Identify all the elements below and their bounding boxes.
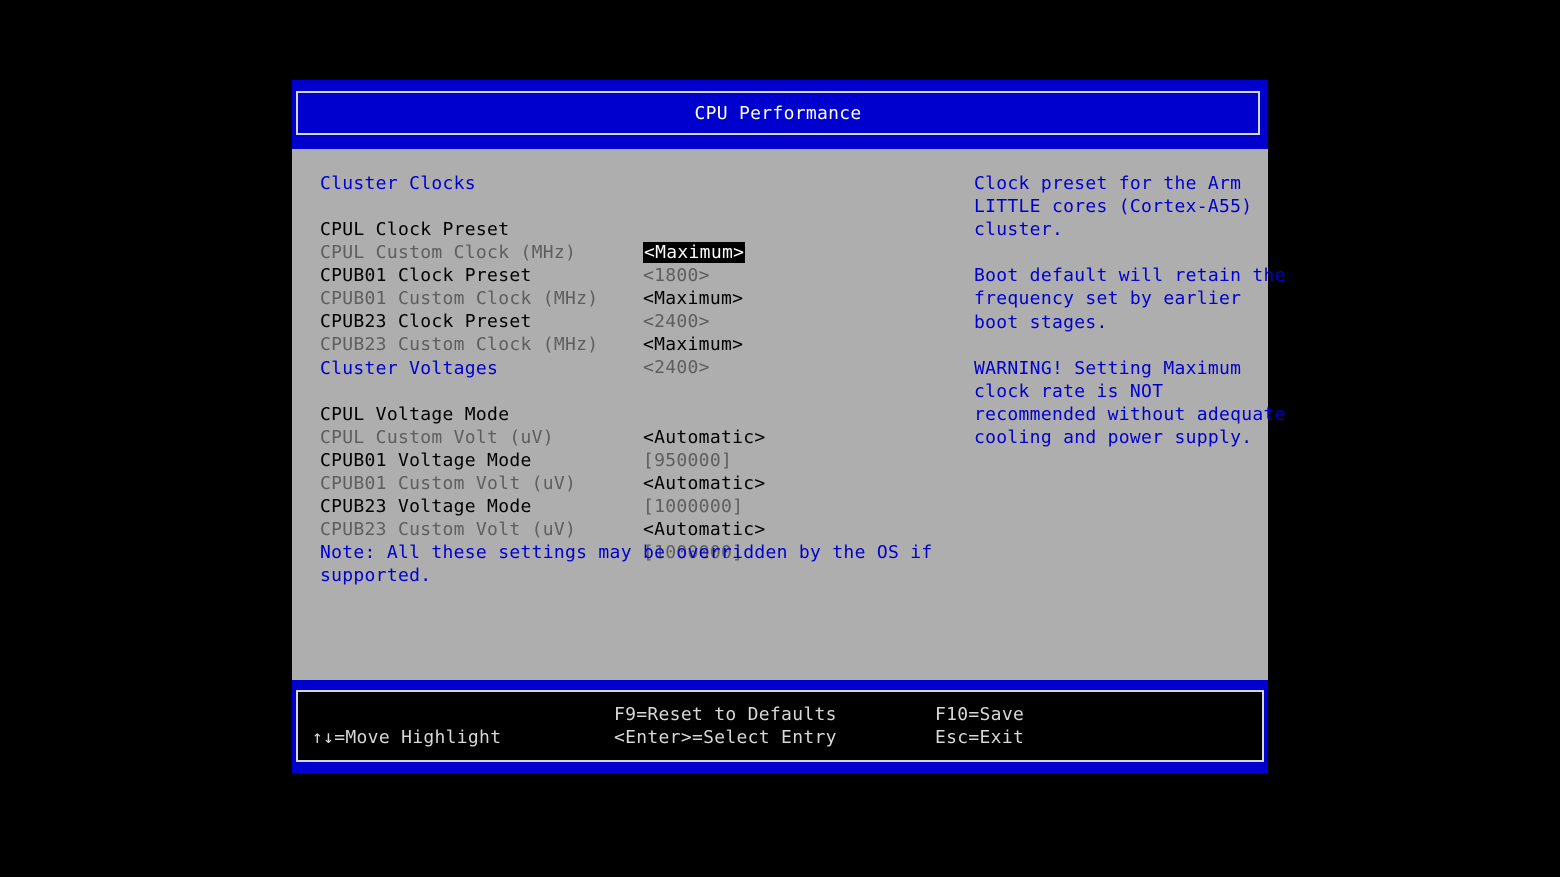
setting-row-cpub01-custom-volt[interactable]: CPUB01 Custom Volt (uV) [1000000] bbox=[320, 449, 743, 517]
footer-reset-defaults: F9=Reset to Defaults bbox=[614, 704, 837, 725]
override-note: Note: All these settings may be overridd… bbox=[320, 542, 933, 587]
bios-setup-window: CPU Performance Cluster Clocks CPUL Cloc… bbox=[292, 80, 1286, 773]
setting-value[interactable]: <Automatic> bbox=[643, 426, 766, 449]
setting-row-cpub23-clock-preset[interactable]: CPUB23 Clock Preset <Maximum> bbox=[320, 287, 743, 355]
setting-value[interactable]: <Maximum> bbox=[643, 333, 743, 356]
setting-value[interactable]: <Automatic> bbox=[643, 518, 766, 541]
setting-row-cpul-custom-clock[interactable]: CPUL Custom Clock (MHz) <1800> bbox=[320, 218, 710, 286]
footer-exit: Esc=Exit bbox=[935, 727, 1025, 748]
setting-row-cpub23-custom-volt[interactable]: CPUB23 Custom Volt (uV) [1000000] bbox=[320, 495, 743, 563]
setting-row-cpul-voltage-mode[interactable]: CPUL Voltage Mode <Automatic> bbox=[320, 380, 765, 448]
section-heading-cluster-voltages: Cluster Voltages bbox=[320, 358, 499, 379]
setting-label: CPUB23 Custom Clock (MHz) bbox=[320, 334, 599, 355]
key-help-bar: ↑↓=Move Highlight F9=Reset to Defaults <… bbox=[296, 690, 1264, 762]
footer-save: F10=Save bbox=[935, 704, 1025, 725]
setting-row-cpub23-custom-clock[interactable]: CPUB23 Custom Clock (MHz) <2400> bbox=[320, 310, 710, 378]
setting-row-cpub01-clock-preset[interactable]: CPUB01 Clock Preset <Maximum> bbox=[320, 241, 743, 309]
section-heading-cluster-clocks: Cluster Clocks bbox=[320, 173, 476, 194]
setting-value[interactable]: <1800> bbox=[643, 264, 710, 287]
setting-value-selected[interactable]: <Maximum> bbox=[643, 242, 746, 263]
setting-row-cpul-clock-preset[interactable]: CPUL Clock Preset <Maximum> bbox=[320, 195, 746, 263]
setting-value[interactable]: <2400> bbox=[643, 356, 710, 379]
setting-row-cpub23-voltage-mode[interactable]: CPUB23 Voltage Mode <Automatic> bbox=[320, 472, 765, 540]
settings-panel: Cluster Clocks CPUL Clock Preset <Maximu… bbox=[292, 149, 1286, 680]
setting-value[interactable]: <Maximum> bbox=[643, 287, 743, 310]
setting-value[interactable]: [950000] bbox=[643, 449, 732, 472]
setting-row-cpub01-custom-clock[interactable]: CPUB01 Custom Clock (MHz) <2400> bbox=[320, 264, 710, 332]
setting-row-cpul-custom-volt[interactable]: CPUL Custom Volt (uV) [950000] bbox=[320, 403, 732, 471]
help-text: Clock preset for the Arm LITTLE cores (C… bbox=[974, 173, 1286, 449]
page-title: CPU Performance bbox=[296, 91, 1260, 135]
footer-move-highlight: ↑↓=Move Highlight bbox=[312, 727, 502, 748]
setting-row-cpub01-voltage-mode[interactable]: CPUB01 Voltage Mode <Automatic> bbox=[320, 426, 765, 494]
setting-value[interactable]: <Automatic> bbox=[643, 472, 766, 495]
setting-value[interactable]: [1000000] bbox=[643, 495, 743, 518]
setting-value[interactable]: <2400> bbox=[643, 310, 710, 333]
setting-label: CPUB23 Custom Volt (uV) bbox=[320, 519, 577, 540]
footer-select-entry: <Enter>=Select Entry bbox=[614, 727, 837, 748]
